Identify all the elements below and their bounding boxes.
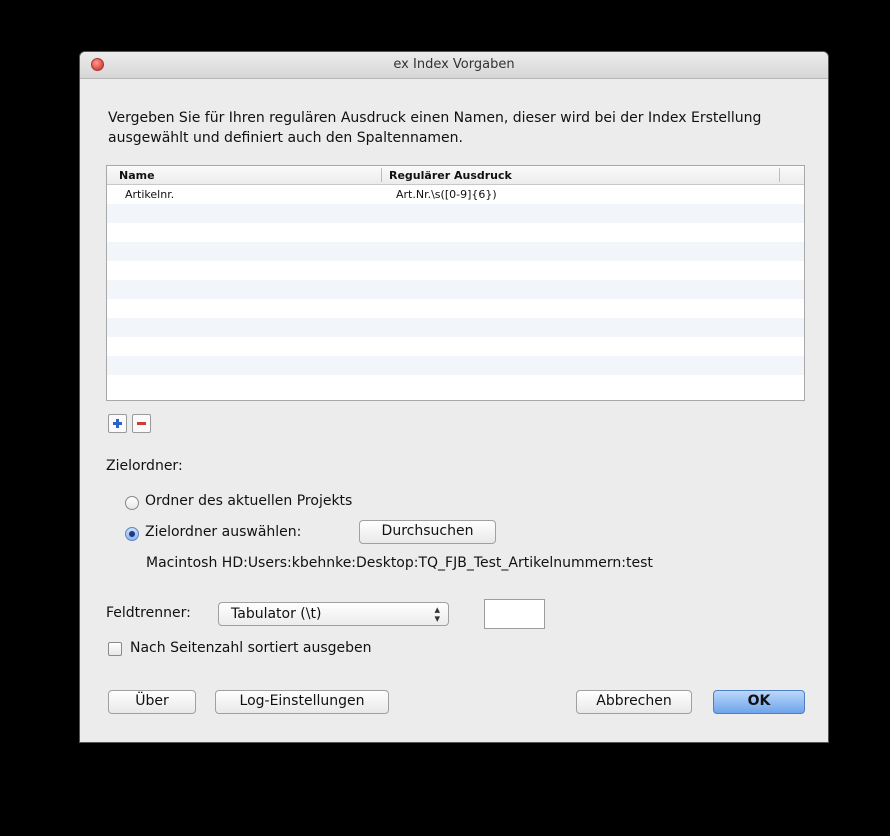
column-divider[interactable] [381, 168, 382, 182]
table-row-empty[interactable] [107, 204, 804, 223]
table-row-empty[interactable] [107, 375, 804, 394]
log-settings-button[interactable]: Log-Einstellungen [215, 690, 389, 714]
regex-table[interactable]: Name Regulärer Ausdruck Artikelnr. Art.N… [106, 165, 805, 401]
sort-by-page-label[interactable]: Nach Seitenzahl sortiert ausgeben [130, 640, 372, 656]
radio-select-folder-label[interactable]: Zielordner auswählen: [145, 524, 301, 540]
column-header-regex[interactable]: Regulärer Ausdruck [389, 169, 512, 182]
browse-button[interactable]: Durchsuchen [359, 520, 496, 544]
remove-row-button[interactable] [132, 414, 151, 433]
table-row-empty[interactable] [107, 337, 804, 356]
table-row-empty[interactable] [107, 242, 804, 261]
cancel-button[interactable]: Abbrechen [576, 690, 692, 714]
table-row-empty[interactable] [107, 356, 804, 375]
custom-separator-input[interactable] [484, 599, 545, 629]
table-row[interactable]: Artikelnr. Art.Nr.\s([0-9]{6}) [107, 185, 804, 204]
column-divider[interactable] [779, 168, 780, 182]
column-header-name[interactable]: Name [119, 169, 155, 182]
table-row-empty[interactable] [107, 280, 804, 299]
dialog-window: ex Index Vorgaben Vergeben Sie für Ihren… [80, 52, 828, 742]
title-bar[interactable]: ex Index Vorgaben [80, 52, 828, 79]
radio-select-folder[interactable] [125, 527, 139, 541]
about-button[interactable]: Über [108, 690, 196, 714]
radio-project-folder[interactable] [125, 496, 139, 510]
table-row-empty[interactable] [107, 261, 804, 280]
sort-by-page-checkbox[interactable] [108, 642, 122, 656]
separator-value: Tabulator (\t) [231, 606, 322, 622]
separator-select[interactable]: Tabulator (\t) ▴ ▾ [218, 602, 449, 626]
table-row-empty[interactable] [107, 223, 804, 242]
updown-arrows-icon: ▴ ▾ [434, 603, 440, 625]
target-path: Macintosh HD:Users:kbehnke:Desktop:TQ_FJ… [146, 555, 653, 571]
window-title: ex Index Vorgaben [393, 57, 515, 72]
table-row-empty[interactable] [107, 318, 804, 337]
cell-name: Artikelnr. [125, 188, 175, 201]
table-row-empty[interactable] [107, 299, 804, 318]
add-row-button[interactable] [108, 414, 127, 433]
separator-label: Feldtrenner: [106, 605, 191, 621]
ok-button[interactable]: OK [713, 690, 805, 714]
description-text: Vergeben Sie für Ihren regulären Ausdruc… [108, 110, 762, 146]
cell-regex: Art.Nr.\s([0-9]{6}) [396, 188, 497, 201]
radio-project-folder-label[interactable]: Ordner des aktuellen Projekts [145, 493, 352, 509]
table-header: Name Regulärer Ausdruck [107, 166, 804, 185]
target-folder-heading: Zielordner: [106, 458, 183, 474]
